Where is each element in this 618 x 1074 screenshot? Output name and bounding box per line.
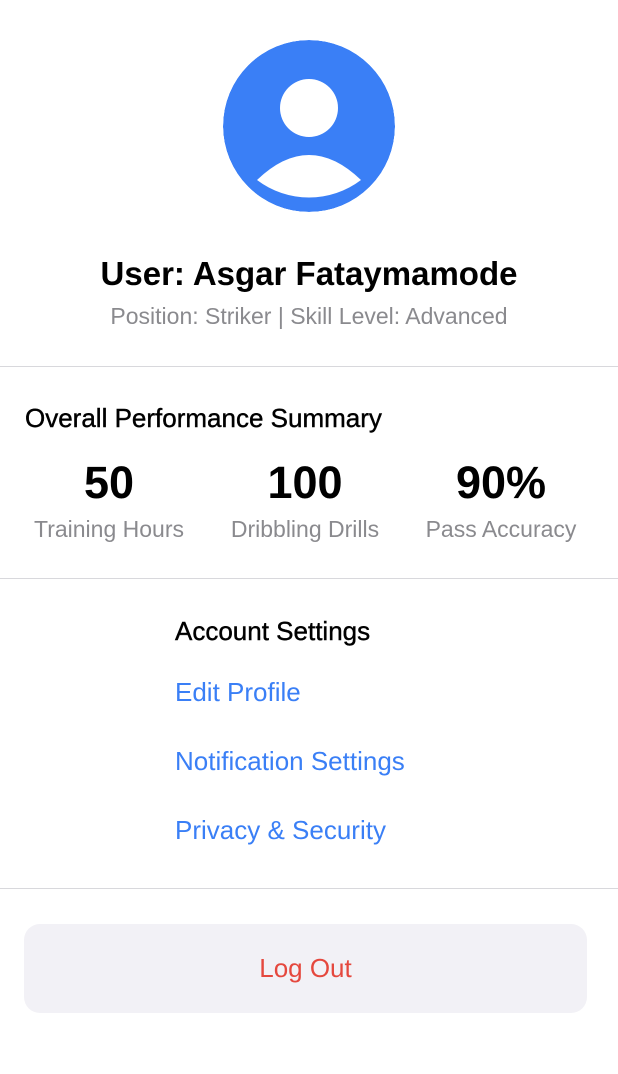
stat-dribbling-drills: 100 Dribbling Drills — [205, 456, 405, 546]
stat-value: 90% — [455, 457, 547, 508]
divider — [0, 366, 618, 367]
stat-training-hours: 50 Training Hours — [9, 456, 209, 546]
performance-summary-title: Overall Performance Summary — [25, 403, 382, 433]
user-position-skill: Position: Striker | Skill Level: Advance… — [110, 303, 508, 329]
stat-label: Pass Accuracy — [425, 516, 577, 542]
stat-pass-accuracy: 90% Pass Accuracy — [401, 456, 601, 546]
divider — [0, 578, 618, 579]
log-out-button[interactable]: Log Out — [24, 924, 587, 1013]
account-settings-title: Account Settings — [175, 616, 371, 646]
stat-value: 100 — [267, 457, 343, 508]
stat-value: 50 — [83, 457, 135, 508]
privacy-security-link[interactable]: Privacy & Security — [175, 813, 386, 847]
person-circle-icon — [223, 40, 395, 212]
notification-settings-link[interactable]: Notification Settings — [175, 744, 405, 778]
divider — [0, 888, 618, 889]
stat-label: Training Hours — [34, 516, 184, 542]
log-out-label: Log Out — [259, 953, 352, 983]
user-name: User: Asgar Fataymamode — [100, 255, 518, 292]
stat-label: Dribbling Drills — [230, 516, 380, 542]
avatar[interactable] — [223, 40, 395, 212]
edit-profile-link[interactable]: Edit Profile — [175, 675, 301, 709]
avatar-container — [0, 40, 618, 212]
